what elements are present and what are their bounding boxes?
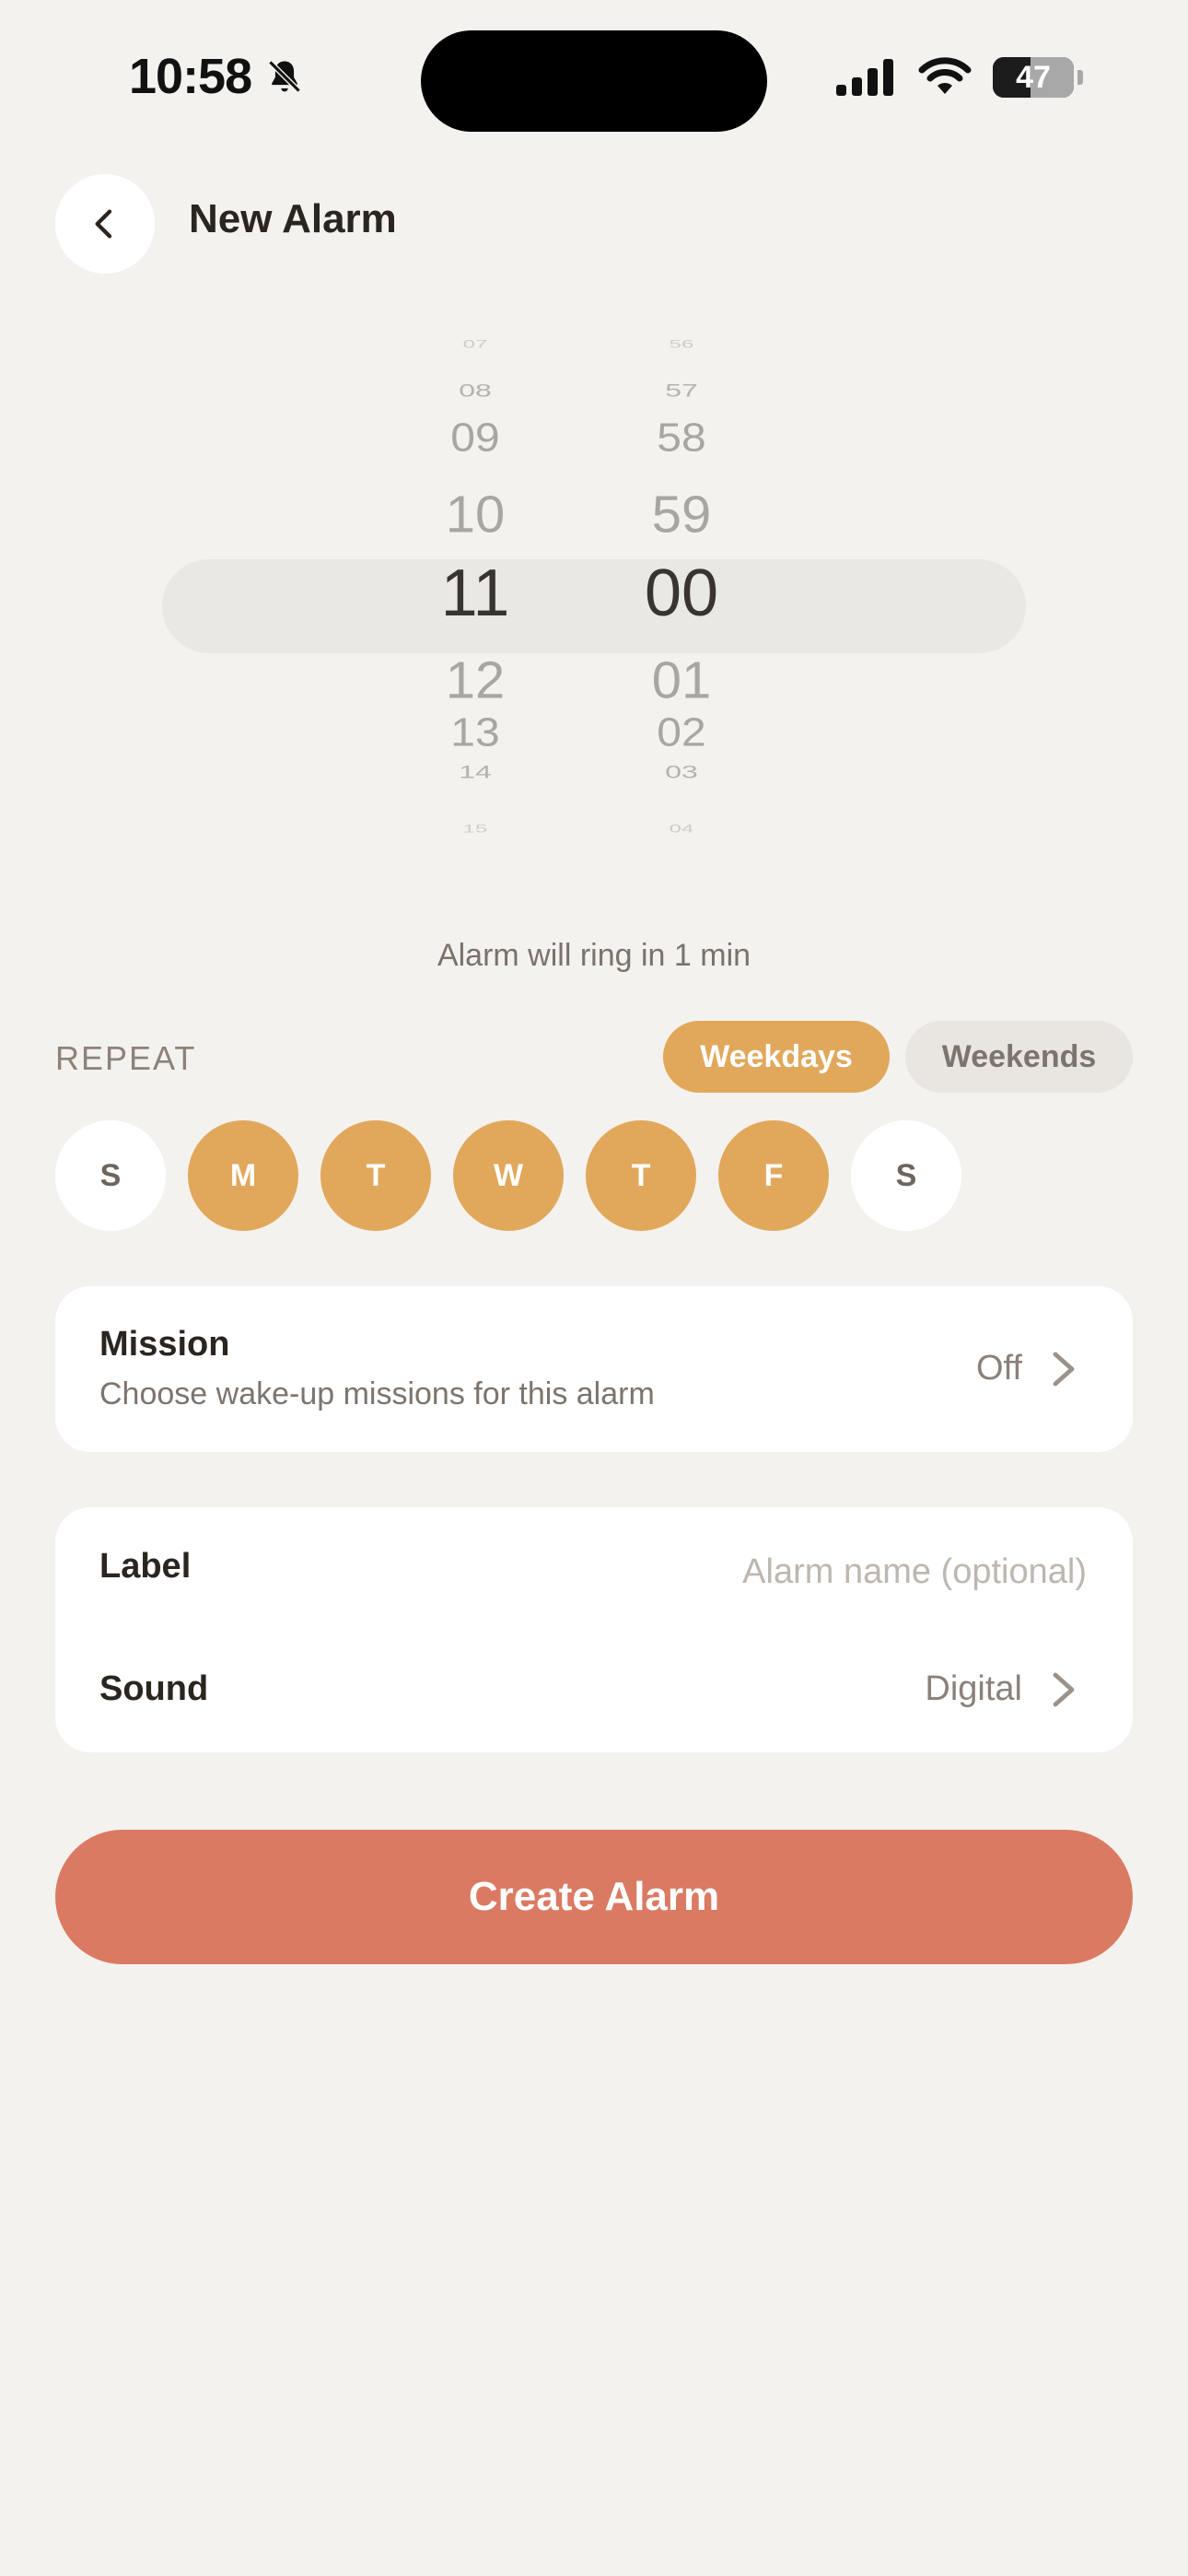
hour-option[interactable]: 07 — [383, 339, 567, 350]
minute-wheel[interactable]: 56 57 58 59 00 01 02 03 04 — [589, 339, 774, 866]
day-toggle-friday[interactable]: F — [718, 1120, 829, 1231]
repeat-label: REPEAT — [55, 1039, 197, 1077]
time-picker[interactable]: 07 08 09 10 11 12 13 14 15 56 57 58 59 00 01 02 03 04 — [0, 339, 1188, 866]
dynamic-island — [421, 30, 767, 132]
hour-selected[interactable]: 11 — [383, 560, 567, 626]
day-toggle-thursday[interactable]: T — [586, 1120, 696, 1231]
wifi-icon — [918, 57, 972, 94]
create-alarm-button[interactable]: Create Alarm — [55, 1830, 1133, 1964]
status-indicators: 47 — [834, 57, 1083, 98]
mission-title: Mission — [99, 1325, 230, 1364]
day-toggle-wednesday[interactable]: W — [453, 1120, 564, 1231]
minute-option[interactable]: 56 — [589, 339, 774, 350]
battery-percent: 47 — [1016, 60, 1051, 95]
weekday-selector: S M T W T F S — [55, 1120, 961, 1231]
cellular-signal-icon — [836, 59, 893, 96]
hour-option[interactable]: 12 — [383, 654, 567, 707]
minute-option[interactable]: 58 — [589, 418, 774, 458]
sound-value: Digital — [925, 1669, 1022, 1708]
hour-option[interactable]: 14 — [383, 763, 567, 780]
hour-wheel[interactable]: 07 08 09 10 11 12 13 14 15 — [383, 339, 567, 866]
chevron-left-icon — [95, 209, 112, 239]
weekends-preset-button[interactable]: Weekends — [905, 1021, 1133, 1093]
mission-value: Off — [976, 1349, 1022, 1388]
alarm-name-input[interactable] — [608, 1546, 1087, 1598]
page-title: New Alarm — [189, 196, 397, 241]
status-time-group: 10:58 — [129, 48, 305, 105]
chevron-right-icon — [1053, 1672, 1075, 1707]
hour-option[interactable]: 08 — [383, 381, 567, 399]
status-time: 10:58 — [129, 49, 252, 104]
day-toggle-tuesday[interactable]: T — [320, 1120, 431, 1231]
label-title: Label — [99, 1547, 192, 1586]
hour-option[interactable]: 13 — [383, 713, 567, 753]
day-toggle-sunday[interactable]: S — [55, 1120, 166, 1231]
minute-option[interactable]: 57 — [589, 381, 774, 399]
ring-countdown-text: Alarm will ring in 1 min — [437, 938, 751, 973]
battery-cap — [1077, 70, 1083, 85]
sound-title: Sound — [99, 1669, 209, 1708]
minute-selected[interactable]: 00 — [589, 560, 774, 626]
minute-option[interactable]: 59 — [589, 488, 774, 541]
sound-row[interactable]: Sound Digital — [55, 1633, 1133, 1752]
chevron-right-icon — [1053, 1352, 1075, 1387]
hour-option[interactable]: 15 — [383, 824, 567, 835]
minute-option[interactable]: 03 — [589, 763, 774, 780]
hour-option[interactable]: 10 — [383, 488, 567, 541]
minute-option[interactable]: 01 — [589, 654, 774, 707]
mission-row[interactable]: Mission Choose wake-up missions for this… — [55, 1286, 1133, 1452]
mission-subtitle: Choose wake-up missions for this alarm — [99, 1376, 655, 1411]
day-toggle-monday[interactable]: M — [188, 1120, 298, 1231]
alarm-details-card: Label Sound Digital — [55, 1507, 1133, 1752]
hour-option[interactable]: 09 — [383, 418, 567, 458]
day-toggle-saturday[interactable]: S — [851, 1120, 961, 1231]
bell-slash-icon — [268, 60, 301, 93]
status-bar: 10:58 47 — [0, 0, 1188, 147]
minute-option[interactable]: 04 — [589, 824, 774, 835]
back-button[interactable] — [55, 174, 155, 274]
weekdays-preset-button[interactable]: Weekdays — [663, 1021, 890, 1093]
minute-option[interactable]: 02 — [589, 713, 774, 753]
battery-indicator: 47 — [993, 57, 1074, 98]
